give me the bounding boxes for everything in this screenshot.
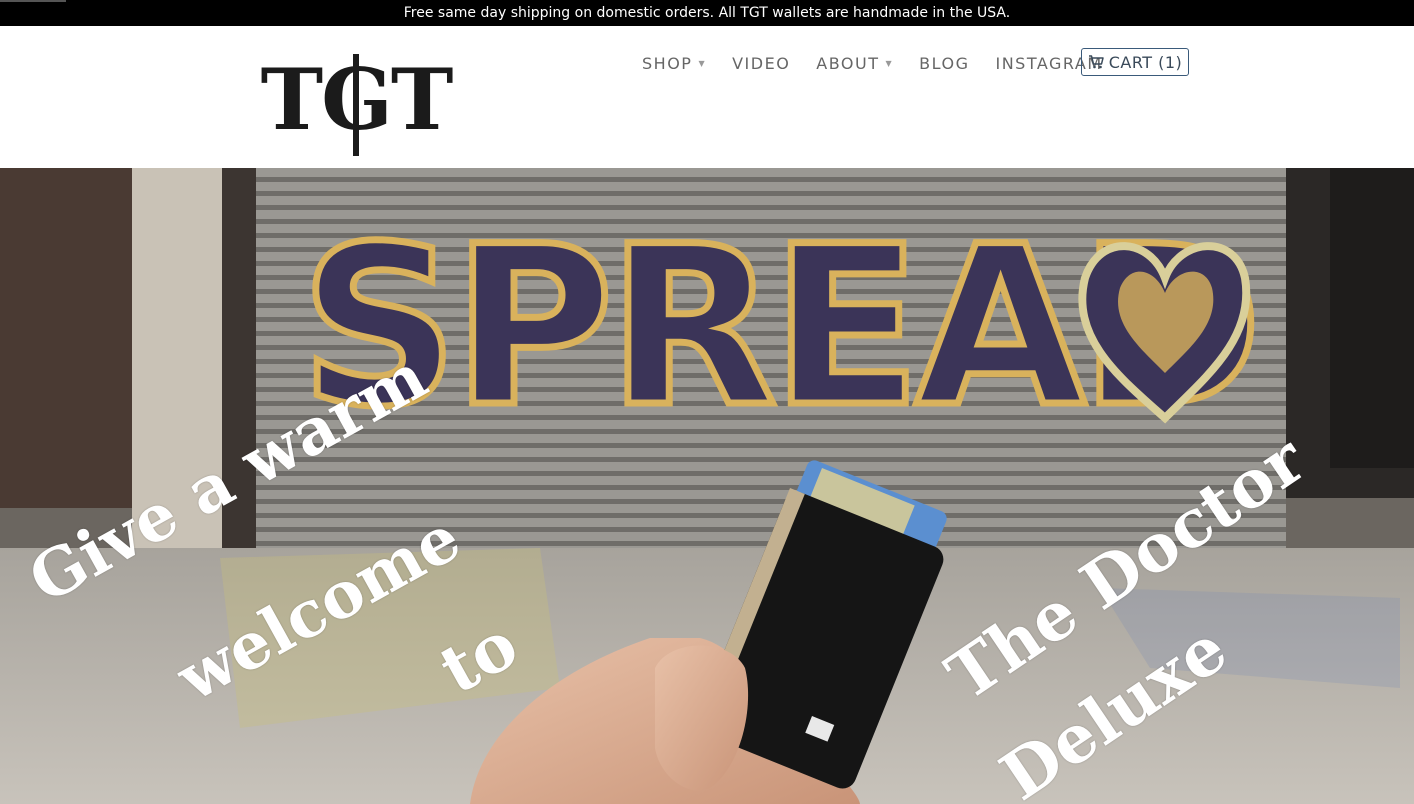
hero-banner[interactable]: SPREAD Give a warm welcome to The Doctor…: [0, 168, 1414, 804]
nav-label-about: ABOUT: [816, 53, 880, 73]
site-logo[interactable]: TGT: [253, 50, 459, 156]
nav-label-blog: BLOG: [919, 53, 970, 73]
nav-item-about[interactable]: ABOUT ▼: [816, 54, 893, 73]
nav-item-video[interactable]: VIDEO: [732, 54, 790, 73]
announcement-tab-edge: [0, 0, 66, 2]
chevron-down-icon: ▼: [885, 58, 894, 68]
nav-label-shop: SHOP: [642, 53, 693, 73]
main-nav: SHOP ▼ VIDEO ABOUT ▼ BLOG INSTAGRAM: [642, 51, 1103, 75]
nav-item-shop[interactable]: SHOP ▼: [642, 54, 706, 73]
site-header: TGT SHOP ▼ VIDEO ABOUT ▼ BLOG INSTAGRAM …: [0, 26, 1414, 168]
chevron-down-icon: ▼: [698, 58, 707, 68]
logo-letter-g: G: [321, 50, 393, 156]
cart-label: CART (1): [1108, 52, 1183, 72]
cart-icon: [1088, 55, 1104, 69]
announcement-bar: Free same day shipping on domestic order…: [0, 0, 1414, 26]
nav-label-video: VIDEO: [732, 53, 791, 73]
cart-button[interactable]: CART (1): [1081, 48, 1189, 76]
announcement-text: Free same day shipping on domestic order…: [403, 5, 1011, 21]
logo-letter-t2: T: [390, 50, 453, 149]
logo-letter-t1: T: [260, 50, 323, 149]
nav-item-blog[interactable]: BLOG: [919, 54, 969, 73]
